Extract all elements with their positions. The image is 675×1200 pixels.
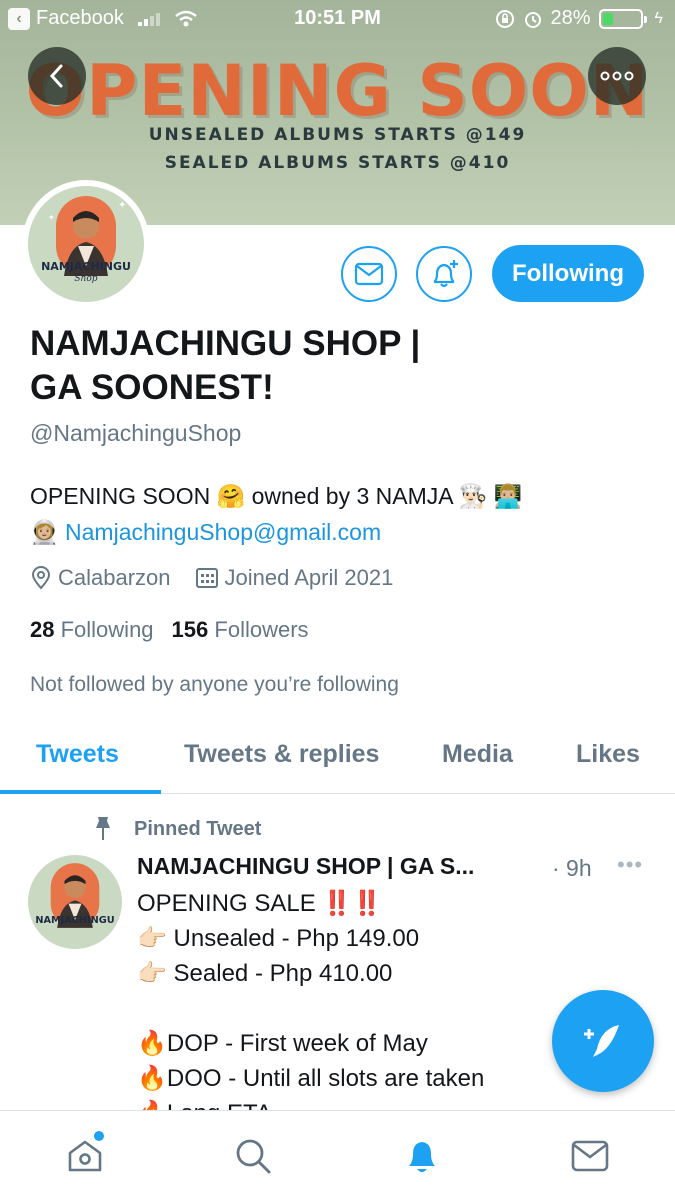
profile-tabs: Tweets Tweets & replies Media Likes <box>0 722 675 794</box>
following-label: Following <box>60 617 154 642</box>
notifications-button[interactable] <box>416 246 472 302</box>
calendar-icon <box>195 568 218 588</box>
follow-counts: 28 Following 156 Followers <box>30 617 309 643</box>
following-count: 28 <box>30 617 55 642</box>
mail-icon <box>354 262 384 286</box>
nav-messages[interactable] <box>567 1133 613 1179</box>
alarm-icon <box>524 11 541 28</box>
profile-avatar[interactable]: ✦ ✦ NAMJACHINGU Shop <box>22 180 150 308</box>
back-button[interactable] <box>28 47 86 105</box>
tweet-author-avatar[interactable]: NAMJACHINGU <box>28 855 122 949</box>
pin-icon <box>96 817 110 840</box>
location-text: Calabarzon <box>58 565 171 590</box>
tab-media[interactable]: Media <box>442 740 513 769</box>
avatar-text: NAMJACHINGU <box>41 260 131 273</box>
more-options-button[interactable] <box>588 47 646 105</box>
following-count-link[interactable]: 28 Following <box>30 617 154 643</box>
profile-handle: @NamjachinguShop <box>30 420 242 446</box>
bottom-navigation <box>0 1110 675 1200</box>
svg-text:✦: ✦ <box>48 213 55 222</box>
chevron-left-icon <box>49 64 63 88</box>
joined-text: Joined April 2021 <box>224 565 394 590</box>
following-button[interactable]: Following <box>492 245 644 302</box>
search-icon <box>236 1139 271 1174</box>
svg-text:✦: ✦ <box>118 200 126 211</box>
location-pin-icon <box>31 566 51 590</box>
nav-home[interactable] <box>62 1131 108 1179</box>
svg-text:NAMJACHINGU: NAMJACHINGU <box>35 915 114 926</box>
compose-tweet-button[interactable] <box>552 990 654 1092</box>
avatar-image: ✦ ✦ NAMJACHINGU Shop <box>28 186 144 302</box>
battery-percent: 28% <box>550 7 591 29</box>
tweet-timestamp: · 9h <box>552 855 592 881</box>
avatar-script: Shop <box>74 274 98 284</box>
nav-search[interactable] <box>230 1133 276 1179</box>
profile-name: NAMJACHINGU SHOP | GA SOONEST! <box>30 322 420 410</box>
bio-emoji: 👩🏼‍🚀 <box>30 519 59 545</box>
nav-notifications[interactable] <box>399 1133 445 1179</box>
message-button[interactable] <box>341 246 397 302</box>
bell-icon <box>409 1142 435 1172</box>
compose-feather-icon <box>584 1025 619 1057</box>
tweet-author-name[interactable]: NAMJACHINGU SHOP | GA S... <box>137 853 474 880</box>
rotation-lock-icon <box>495 9 514 28</box>
tweet-more-button[interactable]: ••• <box>617 852 643 878</box>
bio-text: OPENING SOON 🤗 owned by 3 NAMJA 👨🏻‍🍳 👨🏼‍… <box>30 483 523 509</box>
bio-email-link[interactable]: NamjachinguShop@gmail.com <box>65 519 381 545</box>
followers-count: 156 <box>171 617 209 642</box>
banner-title: OPENING SOON <box>25 50 650 132</box>
bell-plus-icon <box>433 260 458 288</box>
not-followed-text: Not followed by anyone you’re following <box>30 673 399 696</box>
more-dots-icon <box>600 71 634 81</box>
followers-count-link[interactable]: 156 Followers <box>172 617 309 643</box>
tweet-body[interactable]: OPENING SALE ‼️‼️ 👉🏻 Unsealed - Php 149.… <box>137 886 557 1131</box>
pinned-tweet-label: Pinned Tweet <box>90 815 261 843</box>
charging-icon: ϟ <box>654 9 663 27</box>
followers-label: Followers <box>214 617 309 642</box>
profile-meta: Calabarzon Joined April 2021 <box>30 565 393 591</box>
profile-name-line-1: NAMJACHINGU SHOP | <box>30 324 421 363</box>
profile-name-line-2: GA SOONEST! <box>30 368 274 407</box>
mail-icon <box>571 1140 609 1172</box>
tab-likes[interactable]: Likes <box>576 740 640 769</box>
banner-line-2: SEALED ALBUMS STARTS @410 <box>164 153 511 173</box>
banner-line-1: UNSEALED ALBUMS STARTS @149 <box>148 125 527 145</box>
home-icon <box>68 1140 102 1172</box>
active-tab-indicator <box>0 790 161 794</box>
pinned-label-text: Pinned Tweet <box>134 817 262 840</box>
tab-tweets[interactable]: Tweets <box>36 740 119 769</box>
home-unread-dot <box>94 1131 104 1141</box>
profile-bio: OPENING SOON 🤗 owned by 3 NAMJA 👨🏻‍🍳 👨🏼‍… <box>30 478 650 550</box>
battery-icon <box>598 8 647 29</box>
tab-tweets-replies[interactable]: Tweets & replies <box>184 740 379 769</box>
status-bar: ‹ Facebook 10:51 PM 28% ϟ <box>0 0 675 38</box>
